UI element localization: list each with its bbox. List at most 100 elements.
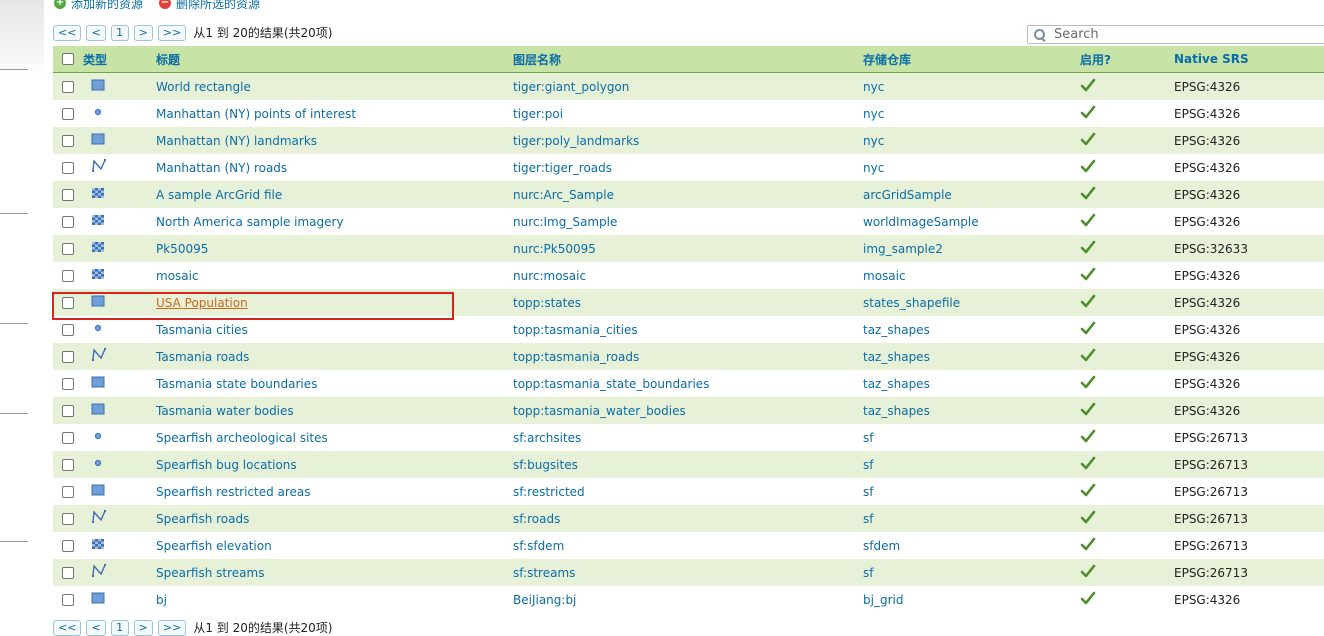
layer-title-link[interactable]: Tasmania roads [156,350,249,364]
layer-title-link[interactable]: Tasmania state boundaries [156,377,317,391]
layer-name-link[interactable]: nurc:Arc_Sample [513,188,614,202]
page-1-button[interactable]: 1 [110,24,129,41]
row-checkbox[interactable] [62,512,74,525]
prev-page-button[interactable]: < [86,24,106,41]
layer-title-link[interactable]: Tasmania water bodies [156,404,294,418]
column-header-enabled[interactable]: 启用? [1080,46,1174,73]
store-link[interactable]: taz_shapes [863,350,930,364]
column-header-layer-name[interactable]: 图层名称 [513,46,863,73]
store-link[interactable]: bj_grid [863,593,903,607]
row-checkbox[interactable] [62,566,74,579]
row-checkbox[interactable] [62,593,74,606]
row-checkbox[interactable] [62,134,74,147]
layer-title-link[interactable]: Spearfish streams [156,566,264,580]
store-link[interactable]: arcGridSample [863,188,952,202]
first-page-button[interactable]: << [53,24,82,41]
layer-title-link[interactable]: bj [156,593,167,607]
layer-name-link[interactable]: topp:tasmania_state_boundaries [513,377,709,391]
last-page-button[interactable]: >> [157,24,187,41]
store-link[interactable]: nyc [863,80,884,94]
next-page-button[interactable]: > [133,24,153,41]
layer-title-link[interactable]: World rectangle [156,80,251,94]
layer-name-link[interactable]: sf:archsites [513,431,581,445]
layer-name-link[interactable]: sf:roads [513,512,560,526]
store-link[interactable]: img_sample2 [863,242,943,256]
add-resource-link[interactable]: + 添加新的资源 [54,0,143,12]
layer-name-link[interactable]: nurc:mosaic [513,269,586,283]
row-checkbox[interactable] [62,269,74,282]
row-checkbox[interactable] [62,485,74,498]
layer-name-link[interactable]: topp:tasmania_water_bodies [513,404,686,418]
layer-title-link[interactable]: North America sample imagery [156,215,344,229]
layer-title-link[interactable]: Spearfish elevation [156,539,272,553]
layer-title-link[interactable]: Spearfish bug locations [156,458,297,472]
store-link[interactable]: taz_shapes [863,323,930,337]
layer-name-link[interactable]: sf:restricted [513,485,585,499]
row-checkbox[interactable] [62,161,74,174]
row-checkbox[interactable] [62,323,74,336]
column-header-native-srs[interactable]: Native SRS [1174,46,1324,73]
search-box[interactable] [1027,25,1324,44]
layer-title-link[interactable]: Manhattan (NY) points of interest [156,107,356,121]
store-link[interactable]: taz_shapes [863,377,930,391]
column-header-type[interactable]: 类型 [83,46,156,73]
layer-title-link[interactable]: Spearfish restricted areas [156,485,311,499]
store-link[interactable]: nyc [863,134,884,148]
layer-name-link[interactable]: sf:bugsites [513,458,578,472]
layer-name-link[interactable]: BeiJiang:bj [513,593,576,607]
row-checkbox[interactable] [62,458,74,471]
next-page-button[interactable]: > [133,619,153,636]
row-checkbox[interactable] [62,404,74,417]
last-page-button[interactable]: >> [157,619,187,636]
row-checkbox[interactable] [62,350,74,363]
layer-title-link[interactable]: Spearfish archeological sites [156,431,328,445]
store-link[interactable]: sf [863,566,873,580]
store-link[interactable]: worldImageSample [863,215,979,229]
store-link[interactable]: sf [863,485,873,499]
layer-name-link[interactable]: topp:tasmania_cities [513,323,638,337]
layer-name-link[interactable]: sf:streams [513,566,575,580]
store-link[interactable]: nyc [863,161,884,175]
layer-title-link[interactable]: Pk50095 [156,242,208,256]
layer-name-link[interactable]: nurc:Pk50095 [513,242,596,256]
row-checkbox[interactable] [62,296,74,309]
store-link[interactable]: mosaic [863,269,906,283]
row-checkbox[interactable] [62,539,74,552]
store-link[interactable]: states_shapefile [863,296,960,310]
layer-title-link[interactable]: Manhattan (NY) roads [156,161,287,175]
layer-name-link[interactable]: topp:tasmania_roads [513,350,639,364]
layer-title-link[interactable]: mosaic [156,269,199,283]
row-checkbox[interactable] [62,242,74,255]
layer-name-link[interactable]: topp:states [513,296,581,310]
layer-name-link[interactable]: tiger:poi [513,107,563,121]
store-link[interactable]: sf [863,458,873,472]
layer-name-link[interactable]: tiger:tiger_roads [513,161,612,175]
row-checkbox[interactable] [62,431,74,444]
store-link[interactable]: sf [863,431,873,445]
layer-name-link[interactable]: sf:sfdem [513,539,564,553]
row-checkbox[interactable] [62,215,74,228]
search-input[interactable] [1052,26,1306,43]
first-page-button[interactable]: << [53,619,82,636]
layer-title-link[interactable]: A sample ArcGrid file [156,188,282,202]
store-link[interactable]: nyc [863,107,884,121]
layer-title-link[interactable]: Tasmania cities [156,323,248,337]
page-1-button[interactable]: 1 [110,619,129,636]
row-checkbox[interactable] [62,188,74,201]
layer-title-link[interactable]: Manhattan (NY) landmarks [156,134,317,148]
remove-resource-link[interactable]: − 删除所选的资源 [159,0,260,12]
row-checkbox[interactable] [62,107,74,120]
store-link[interactable]: taz_shapes [863,404,930,418]
layer-name-link[interactable]: nurc:Img_Sample [513,215,617,229]
row-checkbox[interactable] [62,377,74,390]
prev-page-button[interactable]: < [86,619,106,636]
store-link[interactable]: sfdem [863,539,900,553]
select-all-checkbox[interactable] [62,53,74,65]
layer-name-link[interactable]: tiger:giant_polygon [513,80,629,94]
layer-title-link[interactable]: USA Population [156,296,248,310]
layer-title-link[interactable]: Spearfish roads [156,512,249,526]
store-link[interactable]: sf [863,512,873,526]
layer-name-link[interactable]: tiger:poly_landmarks [513,134,639,148]
column-header-store[interactable]: 存储仓库 [863,46,1080,73]
column-header-title[interactable]: 标题 [156,46,513,73]
